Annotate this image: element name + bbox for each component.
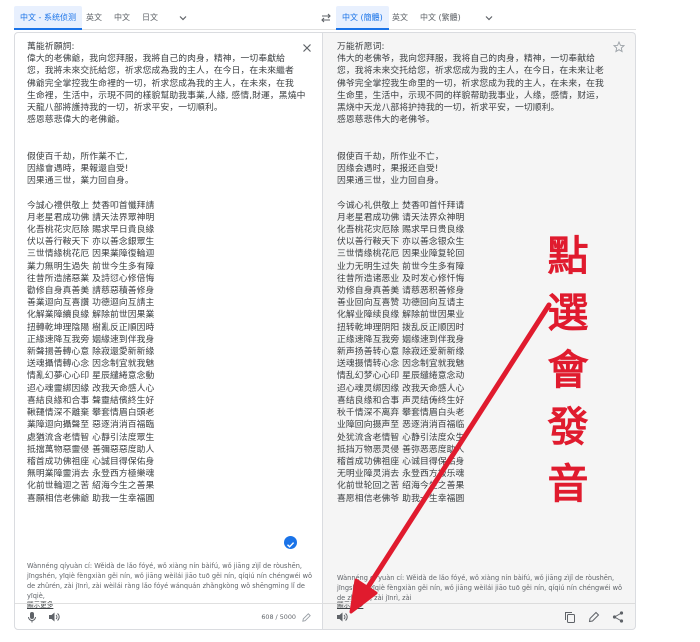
annotation-text: 點 選 會 發 音 — [547, 232, 589, 508]
source-romanization: Wànnéng qíyuàn cí: Wěidà de lǎo fóyé, wǒ… — [27, 562, 312, 600]
target-toolbar — [323, 603, 635, 629]
source-text[interactable]: 萬能祈願詞: 偉大的老佛爺，我向您拜服，我將自己的肉身，精神，一切奉獻給 您，我… — [27, 41, 306, 505]
check-icon — [284, 536, 297, 549]
speaker-icon[interactable] — [335, 610, 349, 624]
star-icon[interactable] — [613, 41, 625, 53]
source-panel: 萬能祈願詞: 偉大的老佛爺，我向您拜服，我將自己的肉身，精神，一切奉獻給 您，我… — [14, 32, 323, 630]
pencil-icon[interactable] — [587, 610, 601, 624]
source-toolbar: 608 / 5000 — [15, 603, 322, 629]
tab-target-traditional[interactable]: 中文 (繁體) — [420, 6, 461, 30]
chevron-down-icon[interactable] — [484, 13, 494, 23]
mic-icon[interactable] — [25, 610, 39, 624]
swap-icon[interactable] — [320, 12, 332, 24]
target-romanization: Wànnéng qí yuàn cí: Wěidà de lǎo fóyé, w… — [337, 574, 622, 602]
tab-target-simplified[interactable]: 中文 (簡體) — [336, 6, 389, 30]
tab-source-english[interactable]: 英文 — [86, 6, 102, 30]
chevron-down-icon[interactable] — [178, 13, 188, 23]
pencil-icon[interactable] — [301, 612, 312, 623]
character-count: 608 / 5000 — [261, 613, 296, 621]
close-icon[interactable] — [302, 43, 312, 53]
speaker-icon[interactable] — [47, 610, 61, 624]
copy-icon[interactable] — [563, 610, 577, 624]
tab-source-japanese[interactable]: 日文 — [142, 6, 158, 30]
tab-target-english[interactable]: 英文 — [392, 6, 408, 30]
tab-source-detect[interactable]: 中文 - 系统侦测 — [14, 6, 82, 30]
share-icon[interactable] — [611, 610, 625, 624]
language-bar: 中文 - 系统侦测 英文 中文 日文 中文 (簡體) 英文 中文 (繁體) — [14, 6, 636, 30]
tab-source-chinese[interactable]: 中文 — [114, 6, 130, 30]
